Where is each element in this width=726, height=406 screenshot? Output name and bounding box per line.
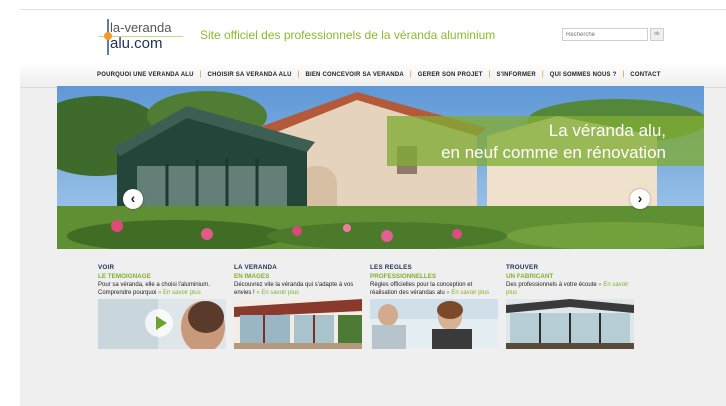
hero-caption: La véranda alu, en neuf comme en rénovat… <box>441 120 666 164</box>
nav-separator: | <box>297 71 300 78</box>
read-more-link[interactable]: » En savoir plus <box>158 290 201 296</box>
block-subtitle[interactable]: PROFESSIONNELLES <box>370 273 500 280</box>
block-subtitle[interactable]: EN IMAGES <box>234 273 364 280</box>
block-description: Règles officielles pour la conception et… <box>370 281 500 297</box>
block-subtitle[interactable]: UN FABRICANT <box>506 273 636 280</box>
logo-text-bottom: alu.com <box>110 35 163 52</box>
nav-item-pourquoi[interactable]: POURQUOI UNE VERANDA ALU <box>97 72 194 78</box>
nav-separator: | <box>541 71 544 78</box>
play-icon <box>156 316 167 330</box>
thumbnail-image <box>234 299 362 349</box>
block-subtitle[interactable]: LE TEMOIGNAGE <box>98 273 228 280</box>
nav-item-informer[interactable]: S'INFORMER <box>496 72 535 78</box>
professionals-thumbnail[interactable] <box>370 299 498 349</box>
site-tagline: Site officiel des professionnels de la v… <box>200 28 496 42</box>
hero-caption-line2: en neuf comme en rénovation <box>441 143 666 162</box>
search-button[interactable]: ok <box>650 28 664 41</box>
feature-block-fabricant: TROUVER UN FABRICANT Des professionnels … <box>506 264 636 349</box>
thumbnail-image <box>506 299 634 349</box>
video-thumbnail[interactable] <box>98 299 226 349</box>
feature-block-temoignage: VOIR LE TEMOIGNAGE Pour sa véranda, elle… <box>98 264 228 349</box>
nav-menu: POURQUOI UNE VERANDA ALU | CHOISIR SA VE… <box>97 71 661 78</box>
nav-item-choisir[interactable]: CHOISIR SA VERANDA ALU <box>208 72 292 78</box>
search-input[interactable] <box>562 28 648 41</box>
manufacturer-thumbnail[interactable] <box>506 299 634 349</box>
logo-text-top: la-veranda <box>110 20 172 35</box>
block-description: Des professionnels à votre écoute » En s… <box>506 281 636 297</box>
site-header: la-veranda alu.com Site officiel des pro… <box>20 10 726 62</box>
feature-block-regles: LES REGLES PROFESSIONNELLES Règles offic… <box>370 264 500 349</box>
nav-item-concevoir[interactable]: BIEN CONCEVOIR SA VERANDA <box>305 72 403 78</box>
block-description: Découvrez vite la véranda qui s'adapte à… <box>234 281 364 297</box>
block-category: TROUVER <box>506 264 539 271</box>
thumbnail-image <box>370 299 498 349</box>
feature-block-en-images: LA VERANDA EN IMAGES Découvrez vite la v… <box>234 264 364 349</box>
hero-slider: La véranda alu, en neuf comme en rénovat… <box>57 86 704 249</box>
nav-separator: | <box>488 71 491 78</box>
hero-caption-line1: La véranda alu, <box>548 121 666 140</box>
hero-photo <box>57 86 704 249</box>
block-category: LA VERANDA <box>234 264 278 271</box>
main-navigation: POURQUOI UNE VERANDA ALU | CHOISIR SA VE… <box>20 62 726 88</box>
nav-item-contact[interactable]: CONTACT <box>630 72 660 78</box>
block-description: Pour sa véranda, elle a choisi l'alumini… <box>98 281 228 297</box>
block-description-text: Des professionnels à votre écoute <box>506 282 597 288</box>
nav-separator: | <box>622 71 625 78</box>
read-more-link[interactable]: » En savoir plus <box>256 290 299 296</box>
block-category: LES REGLES <box>370 264 412 271</box>
nav-item-gerer[interactable]: GERER SON PROJET <box>418 72 483 78</box>
nav-separator: | <box>409 71 412 78</box>
nav-item-qui-sommes-nous[interactable]: QUI SOMMES NOUS ? <box>550 72 617 78</box>
block-category: VOIR <box>98 264 115 271</box>
chevron-right-icon[interactable]: › <box>630 189 650 209</box>
read-more-link[interactable]: » En savoir plus <box>446 290 489 296</box>
chevron-left-icon[interactable]: ‹ <box>123 189 143 209</box>
site-logo[interactable]: la-veranda alu.com <box>98 18 183 58</box>
nav-separator: | <box>199 71 202 78</box>
gallery-thumbnail[interactable] <box>234 299 362 349</box>
